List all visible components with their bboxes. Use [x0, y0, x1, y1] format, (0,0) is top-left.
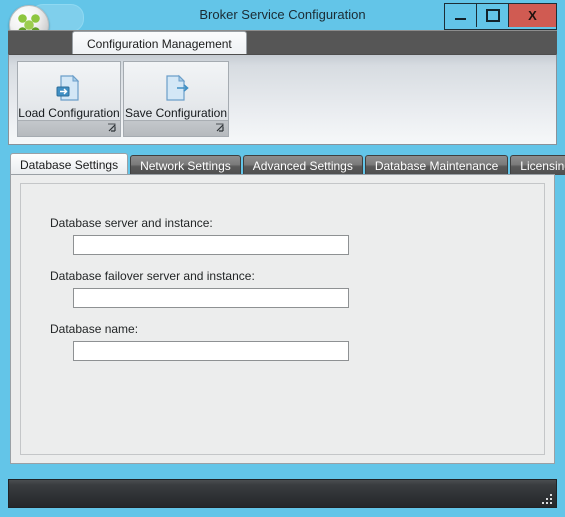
- database-server-label: Database server and instance:: [50, 216, 213, 230]
- save-configuration-button[interactable]: Save Configuration: [123, 61, 229, 137]
- window-controls: X: [444, 3, 557, 30]
- database-settings-panel: Database server and instance: Database f…: [10, 174, 555, 464]
- maximize-icon: [485, 9, 500, 22]
- document-import-icon: [18, 62, 120, 102]
- status-bar: [8, 479, 557, 508]
- tab-network-settings[interactable]: Network Settings: [130, 155, 241, 175]
- settings-tab-strip: Database Settings Network Settings Advan…: [10, 153, 565, 175]
- database-name-label: Database name:: [50, 322, 139, 336]
- tab-database-settings[interactable]: Database Settings: [10, 153, 129, 175]
- save-configuration-label: Save Configuration: [124, 106, 228, 120]
- ribbon: Configuration Management Load Configurat…: [8, 30, 557, 145]
- ribbon-tab-configuration-management[interactable]: Configuration Management: [72, 31, 247, 55]
- ribbon-tab-strip: Configuration Management: [8, 30, 557, 55]
- load-group-footer: [18, 120, 120, 136]
- application-window: Broker Service Configuration X Configura…: [0, 0, 565, 517]
- load-configuration-button[interactable]: Load Configuration: [17, 61, 121, 137]
- title-bar[interactable]: Broker Service Configuration X: [0, 0, 565, 45]
- load-configuration-label: Load Configuration: [18, 106, 120, 120]
- database-server-input[interactable]: [73, 235, 349, 255]
- minimize-button[interactable]: [445, 4, 477, 27]
- dialog-launcher-icon[interactable]: [215, 123, 225, 133]
- minimize-icon: [455, 18, 466, 20]
- tab-advanced-settings[interactable]: Advanced Settings: [242, 155, 363, 175]
- dialog-launcher-icon[interactable]: [107, 123, 117, 133]
- save-group-footer: [124, 120, 228, 136]
- database-failover-server-input[interactable]: [73, 288, 349, 308]
- maximize-button[interactable]: [477, 4, 509, 27]
- database-failover-server-label: Database failover server and instance:: [50, 269, 255, 283]
- ribbon-panel: Load Configuration Save Configuration: [8, 54, 557, 145]
- tab-database-maintenance[interactable]: Database Maintenance: [364, 155, 509, 175]
- document-export-icon: [124, 62, 228, 102]
- resize-grip-icon[interactable]: [539, 491, 552, 504]
- database-settings-groupbox: Database server and instance: Database f…: [20, 183, 545, 455]
- tab-licensing[interactable]: Licensing: [510, 155, 565, 175]
- close-button[interactable]: X: [509, 4, 556, 27]
- database-name-input[interactable]: [73, 341, 349, 361]
